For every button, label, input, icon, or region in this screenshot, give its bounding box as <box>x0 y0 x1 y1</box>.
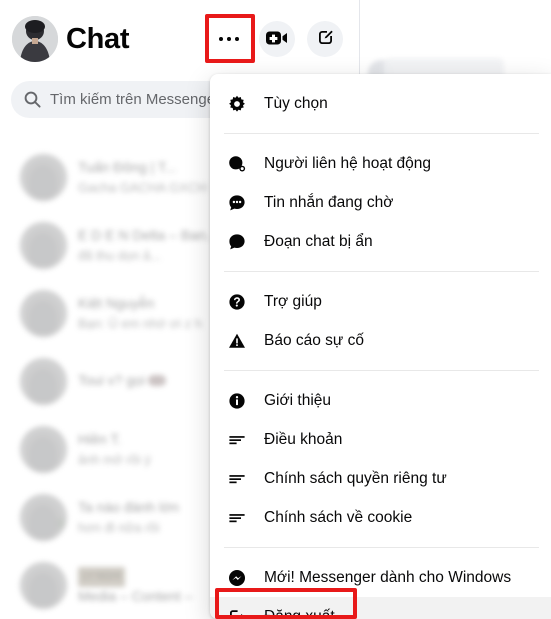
menu-item-messenger-windows[interactable]: Mới! Messenger dành cho Windows <box>210 558 551 597</box>
conversation-tag: LY NGHI <box>78 566 210 587</box>
avatar <box>20 425 67 473</box>
help-circle-icon <box>228 293 254 311</box>
page-title: Chat <box>66 23 130 55</box>
list-item[interactable]: Tuấn Đông | T... Gacha GACHA GXCH <box>18 143 210 211</box>
menu-item-label: Đoạn chat bị ẩn <box>264 232 373 250</box>
compose-icon <box>316 28 335 50</box>
menu-group-preferences: Tùy chọn <box>210 74 551 125</box>
document-lines-icon <box>228 431 254 449</box>
menu-divider <box>224 271 539 272</box>
menu-item-terms[interactable]: Điều khoản <box>210 420 551 459</box>
conversation-name: Hiền T. <box>78 430 122 447</box>
ellipsis-icon <box>218 36 240 42</box>
menu-item-label: Mới! Messenger dành cho Windows <box>264 568 512 586</box>
panel-header: Chat <box>0 0 380 72</box>
avatar <box>20 493 67 541</box>
list-item[interactable]: Hiền T. ảnh mở rồi ý <box>18 415 210 483</box>
menu-divider <box>224 133 539 134</box>
avatar <box>20 153 67 201</box>
menu-divider <box>224 547 539 548</box>
avatar <box>20 561 67 609</box>
list-item[interactable]: Toui v? gọi <box>18 347 210 415</box>
menu-item-logout[interactable]: Đăng xuất <box>210 597 551 619</box>
logout-icon <box>228 608 254 619</box>
menu-item-message-requests[interactable]: Tin nhắn đang chờ <box>210 183 551 222</box>
options-dropdown-menu: Tùy chọn Người liên hệ hoạt động Tin nhắ… <box>210 74 551 619</box>
conversation-name: Ta nào đánh lớn <box>78 498 180 515</box>
more-options-button[interactable] <box>211 21 247 57</box>
menu-item-label: Báo cáo sự cố <box>264 331 364 349</box>
document-lines-icon <box>228 470 254 488</box>
menu-divider <box>224 370 539 371</box>
messenger-window: Chat Tìm kiếm trên Messenger Tuấn Đông |… <box>0 0 551 619</box>
avatar <box>20 357 67 405</box>
list-item[interactable]: LY NGHI Media – Content – <box>18 551 210 609</box>
conversation-snippet: Bạn: Ủ em nhớ ơi z h <box>78 315 202 331</box>
conversation-snippet: Gacha GACHA GXCH <box>78 179 207 195</box>
list-item[interactable]: E D E N Delta – Ban... đã thu dọn ả... <box>18 211 210 279</box>
menu-item-label: Trợ giúp <box>264 292 322 310</box>
message-requests-icon <box>228 194 254 212</box>
conversation-name: Media – Content – <box>78 588 193 604</box>
document-lines-icon <box>228 509 254 527</box>
menu-item-privacy-policy[interactable]: Chính sách quyền riêng tư <box>210 459 551 498</box>
conversation-snippet: ảnh mở rồi ý <box>78 451 151 467</box>
menu-item-help[interactable]: Trợ giúp <box>210 282 551 321</box>
new-message-button[interactable] <box>307 21 343 57</box>
conversation-name: Toui v? gọi <box>78 371 210 390</box>
menu-item-label: Tùy chọn <box>264 94 328 112</box>
menu-group-chats: Người liên hệ hoạt động Tin nhắn đang ch… <box>210 142 551 263</box>
info-circle-icon <box>228 392 254 410</box>
unread-badge <box>147 375 166 387</box>
menu-item-active-contacts[interactable]: Người liên hệ hoạt động <box>210 144 551 183</box>
avatar <box>20 289 67 337</box>
online-indicator <box>54 517 65 529</box>
menu-item-about[interactable]: Giới thiệu <box>210 381 551 420</box>
conversation-snippet: đã thu dọn ả... <box>78 247 162 263</box>
menu-item-cookie-policy[interactable]: Chính sách về cookie <box>210 498 551 537</box>
search-icon <box>24 91 41 108</box>
conversation-name: Tuấn Đông | T... <box>78 158 177 175</box>
active-contacts-icon <box>228 155 254 173</box>
list-item[interactable]: Kiệt Nguyễn Bạn: Ủ em nhớ ơi z h <box>18 279 210 347</box>
gear-icon <box>228 95 254 113</box>
new-video-call-button[interactable] <box>259 21 295 57</box>
avatar[interactable] <box>12 16 58 62</box>
menu-item-label: Đăng xuất <box>264 607 335 619</box>
search-input[interactable] <box>50 91 225 108</box>
menu-item-label: Chính sách về cookie <box>264 508 413 526</box>
menu-item-label: Chính sách quyền riêng tư <box>264 469 447 487</box>
conversation-snippet: hơn đi nữa rồi <box>78 519 160 535</box>
list-item[interactable]: Ta nào đánh lớn hơn đi nữa rồi <box>18 483 210 551</box>
menu-item-report-problem[interactable]: Báo cáo sự cố <box>210 321 551 360</box>
warning-triangle-icon <box>228 332 254 350</box>
menu-item-hidden-chats[interactable]: Đoạn chat bị ẩn <box>210 222 551 261</box>
search-bar[interactable] <box>11 81 239 118</box>
video-camera-plus-icon <box>266 30 288 49</box>
menu-item-label: Tin nhắn đang chờ <box>264 193 394 211</box>
conversation-name: Kiệt Nguyễn <box>78 294 155 311</box>
menu-group-legal: Giới thiệu Điều khoản Chính sách quyền r… <box>210 379 551 539</box>
messenger-logo-icon <box>228 569 254 587</box>
menu-group-account: Mới! Messenger dành cho Windows Đăng xuấ… <box>210 556 551 619</box>
avatar <box>20 221 67 269</box>
menu-item-label: Người liên hệ hoạt động <box>264 154 432 172</box>
conversation-name: E D E N Delta – Ban... <box>78 226 210 243</box>
hidden-chats-icon <box>228 233 254 251</box>
menu-group-support: Trợ giúp Báo cáo sự cố <box>210 280 551 362</box>
conversation-list[interactable]: Tuấn Đông | T... Gacha GACHA GXCH E D E … <box>18 143 210 609</box>
menu-item-label: Điều khoản <box>264 430 343 448</box>
menu-item-label: Giới thiệu <box>264 391 332 409</box>
menu-item-preferences[interactable]: Tùy chọn <box>210 84 551 123</box>
